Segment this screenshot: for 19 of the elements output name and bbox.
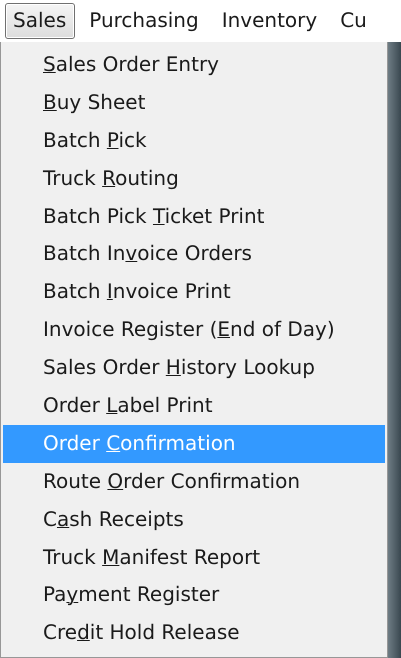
menu-item[interactable]: Order Label Print [3, 387, 385, 425]
menu-bar-item[interactable]: Cu [332, 3, 376, 39]
menu-item[interactable]: Batch Pick [3, 122, 385, 160]
menu-bar-item[interactable]: Sales [5, 3, 76, 39]
menu-item[interactable]: Cash Receipts [3, 500, 385, 539]
menu-item[interactable]: Credit Hold Release [3, 614, 385, 652]
menu-item[interactable]: Sales Order Entry [3, 46, 385, 84]
menu-item[interactable]: Truck Manifest Report [3, 538, 385, 576]
menu-item[interactable]: Truck Routing [3, 160, 385, 198]
menu-item[interactable]: Invoice Register (End of Day) [3, 311, 385, 350]
menu-item[interactable]: Buy Sheet [3, 84, 385, 122]
menu-item[interactable]: Batch Pick Ticket Print [3, 198, 385, 236]
menu-item[interactable]: Batch Invoice Orders [3, 235, 385, 274]
menu-item[interactable]: Route Order Confirmation [3, 462, 385, 501]
menu-bar-item[interactable]: Inventory [214, 3, 326, 39]
menu-item[interactable]: Batch Invoice Print [3, 273, 385, 312]
menu-bar-item[interactable]: Purchasing [81, 3, 208, 39]
menu-item[interactable]: Sales Order History Lookup [3, 349, 385, 388]
menu-item[interactable]: Payment Register [3, 576, 385, 614]
